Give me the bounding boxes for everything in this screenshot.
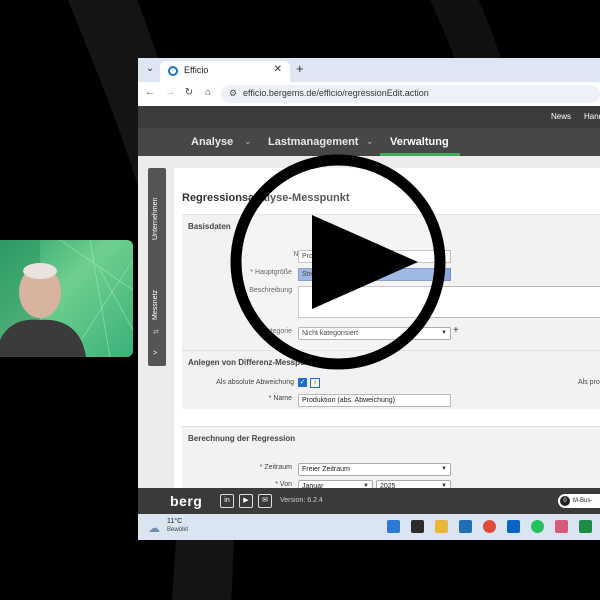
play-button[interactable] — [0, 0, 600, 600]
